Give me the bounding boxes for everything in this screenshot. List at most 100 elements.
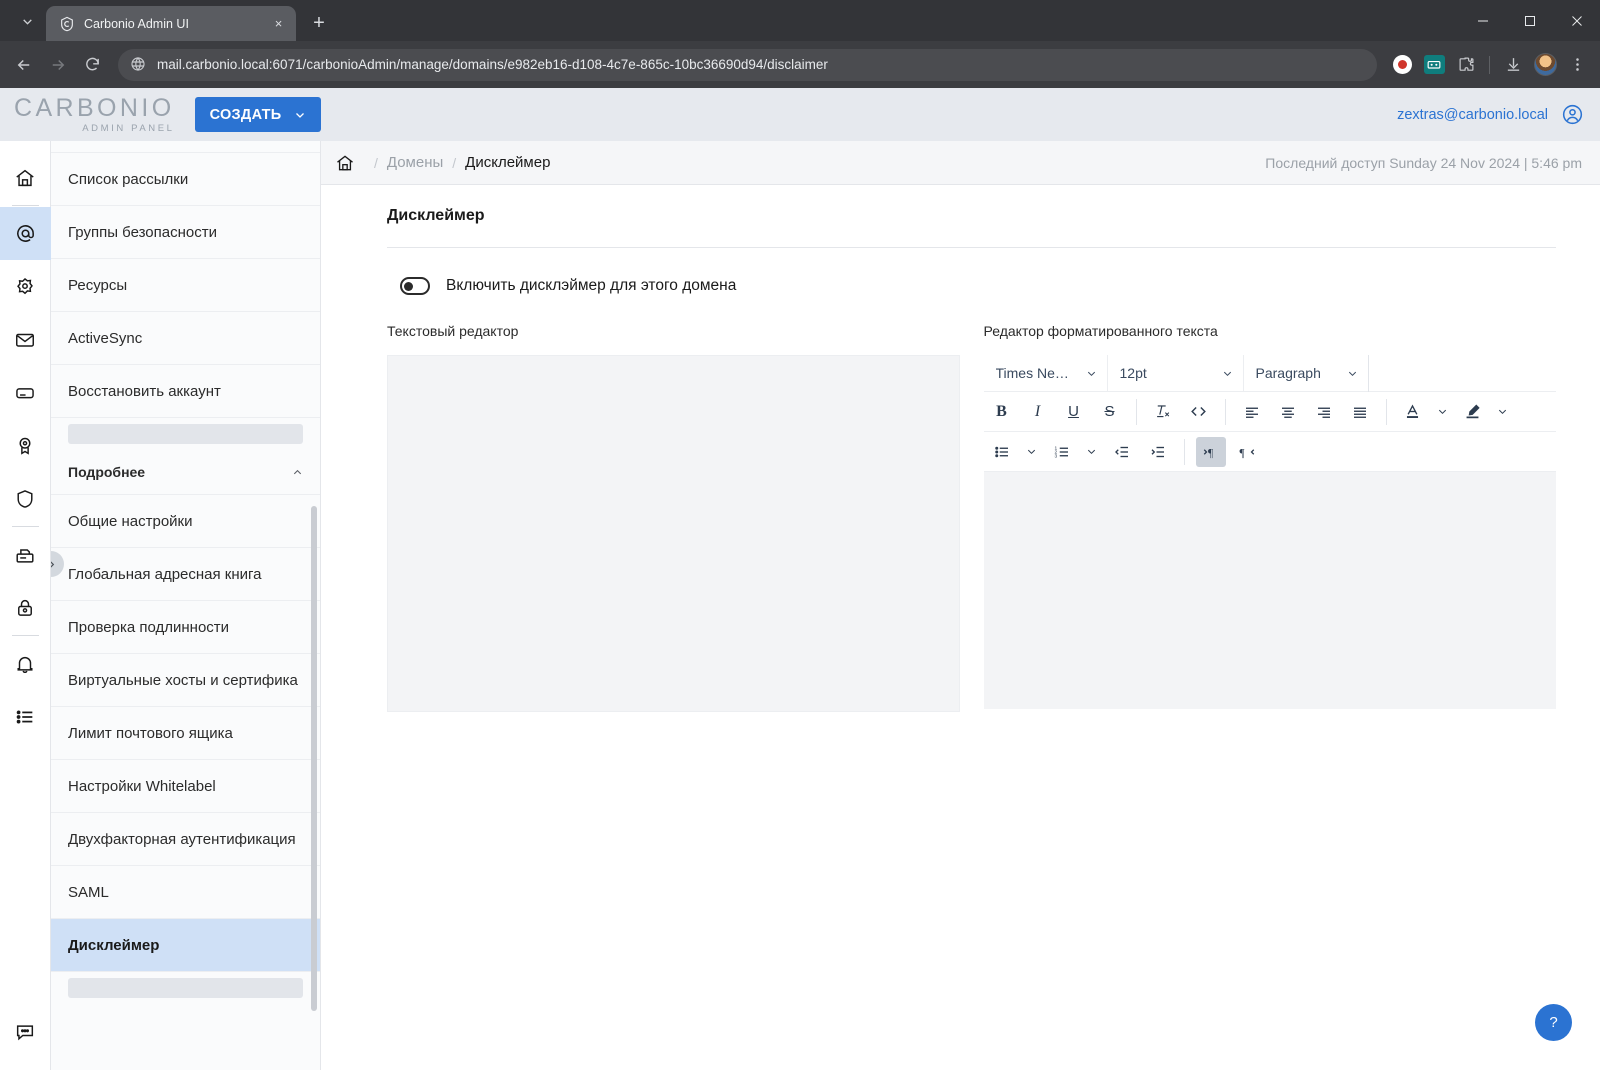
- user-email[interactable]: zextras@carbonio.local: [1397, 107, 1548, 123]
- enable-disclaimer-toggle[interactable]: [400, 277, 430, 295]
- sidebar-item-0[interactable]: Список рассылки: [51, 153, 320, 206]
- rail-item-fax[interactable]: [0, 528, 51, 581]
- carbonio-logo: CARBONIO ADMIN PANEL: [14, 93, 175, 134]
- align-center-icon[interactable]: [1273, 397, 1303, 427]
- sidebar-item-4[interactable]: Восстановить аккаунт: [51, 365, 320, 418]
- forward-arrow-icon[interactable]: [42, 49, 74, 81]
- sidebar-section-more[interactable]: Подробнее: [51, 450, 320, 495]
- outdent-icon[interactable]: [1107, 437, 1137, 467]
- close-window-button[interactable]: [1553, 0, 1600, 41]
- sidebar-item-whitelabel[interactable]: Настройки Whitelabel: [51, 760, 320, 813]
- rail-item-notifications[interactable]: [0, 637, 51, 690]
- italic-icon[interactable]: I: [1023, 397, 1053, 427]
- reload-icon[interactable]: [76, 49, 108, 81]
- underline-icon[interactable]: U: [1059, 397, 1089, 427]
- breadcrumb-separator-2: /: [452, 154, 457, 171]
- indent-icon[interactable]: [1143, 437, 1173, 467]
- nav-item-partial-top[interactable]: [51, 141, 320, 153]
- block-format-select[interactable]: Paragraph: [1244, 354, 1369, 392]
- home-icon[interactable]: [335, 153, 355, 173]
- rail-item-mail-folder[interactable]: [0, 313, 51, 366]
- sidebar-item-virtual-hosts[interactable]: Виртуальные хосты и сертифика: [51, 654, 320, 707]
- tab-search-button[interactable]: [12, 6, 42, 36]
- rte-toolbar-selects: Times New R... 12pt: [983, 354, 1556, 392]
- clear-formatting-icon[interactable]: [1148, 397, 1178, 427]
- text-color-icon[interactable]: [1398, 397, 1428, 427]
- extension-teal-icon[interactable]: [1419, 50, 1449, 80]
- sidebar-item-global-address-book[interactable]: Глобальная адресная книга: [51, 548, 320, 601]
- rich-text-editor-column: Редактор форматированного текста Times N…: [983, 323, 1556, 712]
- sidebar-item-1[interactable]: Группы безопасности: [51, 206, 320, 259]
- address-bar[interactable]: mail.carbonio.local:6071/carbonioAdmin/m…: [118, 48, 1377, 81]
- sidebar-item-2[interactable]: Ресурсы: [51, 259, 320, 312]
- sidebar-item-label: ActiveSync: [68, 329, 143, 347]
- sidebar-item-label: Двухфакторная аутентификация: [68, 830, 296, 848]
- enable-disclaimer-row[interactable]: Включить дисклэймер для этого домена: [387, 277, 1556, 295]
- numbered-list-chevron-down-icon[interactable]: [1083, 437, 1101, 467]
- nav-scroll-container: Список рассылки Группы безопасности Ресу…: [51, 141, 320, 1070]
- align-left-icon[interactable]: [1237, 397, 1267, 427]
- tab-close-icon[interactable]: ×: [269, 14, 288, 33]
- rail-item-storage[interactable]: [0, 366, 51, 419]
- create-button[interactable]: СОЗДАТЬ: [194, 97, 321, 132]
- maximize-button[interactable]: [1506, 0, 1553, 41]
- last-access-text: Последний доступ Sunday 24 Nov 2024 | 5:…: [1265, 154, 1582, 171]
- back-arrow-icon[interactable]: [8, 49, 40, 81]
- numbered-list-icon[interactable]: 123: [1047, 437, 1077, 467]
- record-icon[interactable]: [1387, 50, 1417, 80]
- highlight-color-icon[interactable]: [1458, 397, 1488, 427]
- logo-title: CARBONIO: [14, 93, 175, 122]
- sidebar-item-two-factor-auth[interactable]: Двухфакторная аутентификация: [51, 813, 320, 866]
- profile-avatar[interactable]: [1530, 50, 1560, 80]
- highlight-color-chevron-down-icon[interactable]: [1494, 397, 1512, 427]
- rte-toolbar-row-1: B I U S: [983, 392, 1556, 432]
- bullet-list-chevron-down-icon[interactable]: [1023, 437, 1041, 467]
- rich-text-editor-body[interactable]: [983, 472, 1556, 709]
- sidebar-item-label: Общие настройки: [68, 512, 193, 530]
- sidebar-item-authentication[interactable]: Проверка подлинности: [51, 601, 320, 654]
- rail-item-award[interactable]: [0, 419, 51, 472]
- font-size-select[interactable]: 12pt: [1108, 354, 1244, 392]
- sidebar-item-label: Дисклеймер: [68, 936, 160, 954]
- main-region: / Домены / Дисклеймер Последний доступ S…: [321, 141, 1600, 1070]
- breadcrumb-separator-1: /: [374, 154, 378, 171]
- window-controls: [1459, 0, 1600, 41]
- rail-item-lock[interactable]: [0, 581, 51, 634]
- source-code-icon[interactable]: [1184, 397, 1214, 427]
- rtl-direction-icon[interactable]: ¶: [1232, 437, 1262, 467]
- help-button[interactable]: ?: [1535, 1004, 1572, 1041]
- rail-item-list[interactable]: [0, 690, 51, 743]
- sidebar-item-label: Список рассылки: [68, 170, 189, 188]
- sidebar-item-3[interactable]: ActiveSync: [51, 312, 320, 365]
- bullet-list-icon[interactable]: [987, 437, 1017, 467]
- align-right-icon[interactable]: [1309, 397, 1339, 427]
- breadcrumb: / Домены / Дисклеймер Последний доступ S…: [321, 141, 1600, 185]
- text-color-chevron-down-icon[interactable]: [1434, 397, 1452, 427]
- download-icon[interactable]: [1498, 50, 1528, 80]
- sidebar-item-disclaimer[interactable]: Дисклеймер: [51, 919, 320, 972]
- align-justify-icon[interactable]: [1345, 397, 1375, 427]
- browser-menu-icon[interactable]: [1562, 50, 1592, 80]
- sidebar-item-mailbox-quota[interactable]: Лимит почтового ящика: [51, 707, 320, 760]
- sidebar-item-saml[interactable]: SAML: [51, 866, 320, 919]
- sidebar-scrollbar[interactable]: [311, 506, 317, 1011]
- new-tab-button[interactable]: +: [304, 8, 334, 38]
- ltr-direction-icon[interactable]: ¶: [1195, 436, 1226, 467]
- plain-text-editor[interactable]: [387, 355, 960, 712]
- font-family-select[interactable]: Times New R...: [984, 354, 1108, 392]
- rail-item-settings[interactable]: [0, 260, 51, 313]
- editors-area: Текстовый редактор Редактор форматирован…: [387, 323, 1556, 712]
- rail-item-chat[interactable]: [0, 1005, 51, 1058]
- rail-item-shield[interactable]: [0, 472, 51, 525]
- nav-loading-placeholder: [68, 424, 303, 444]
- breadcrumb-parent[interactable]: Домены: [387, 154, 443, 171]
- sidebar-item-general-settings[interactable]: Общие настройки: [51, 495, 320, 548]
- rail-item-mail-at[interactable]: [0, 207, 51, 260]
- rail-item-home[interactable]: [0, 151, 51, 204]
- account-circle-icon[interactable]: [1561, 103, 1584, 126]
- browser-tab[interactable]: Carbonio Admin UI ×: [46, 6, 296, 41]
- strikethrough-icon[interactable]: S: [1095, 397, 1125, 427]
- extensions-puzzle-icon[interactable]: [1451, 50, 1481, 80]
- bold-icon[interactable]: B: [987, 397, 1017, 427]
- minimize-button[interactable]: [1459, 0, 1506, 41]
